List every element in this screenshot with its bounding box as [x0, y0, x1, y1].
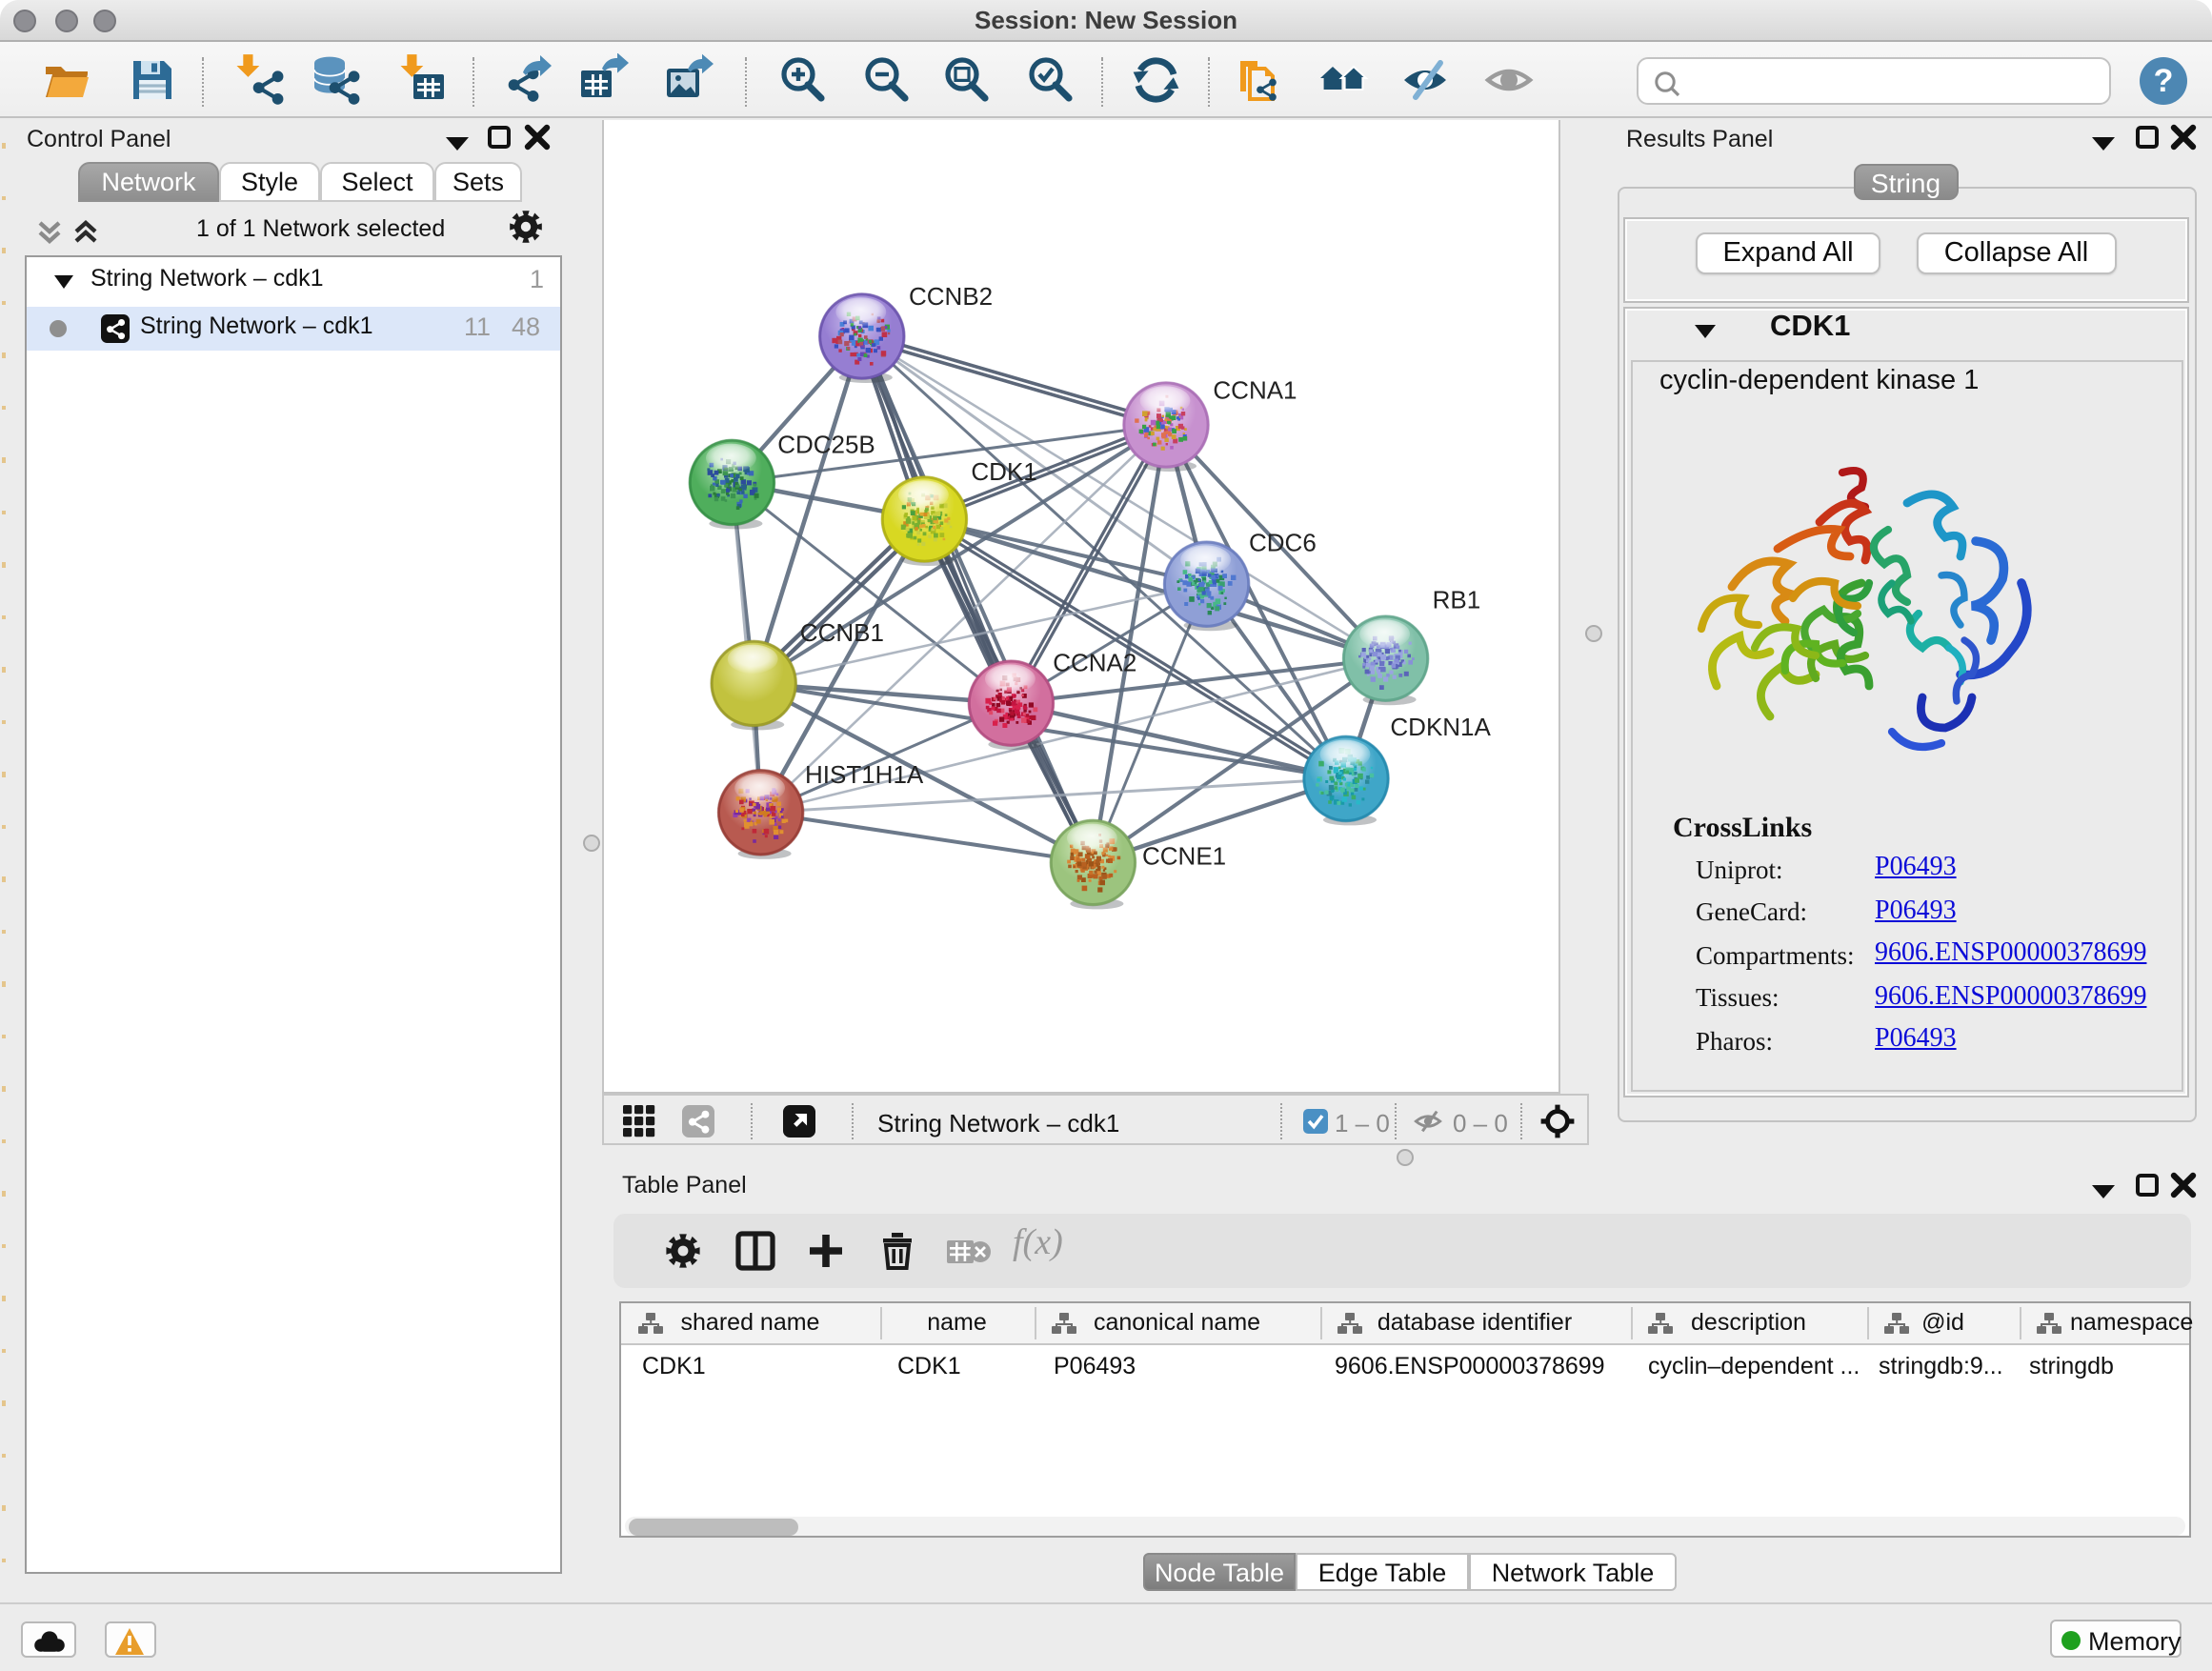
- svg-text:HIST1H1A: HIST1H1A: [804, 760, 923, 789]
- svg-text:CDC6: CDC6: [1248, 529, 1316, 557]
- svg-text:CCNA1: CCNA1: [1212, 376, 1296, 405]
- svg-text:RB1: RB1: [1432, 585, 1480, 614]
- svg-text:CDK1: CDK1: [970, 457, 1036, 486]
- svg-text:CCNE1: CCNE1: [1141, 842, 1225, 871]
- svg-text:CDKN1A: CDKN1A: [1389, 713, 1490, 741]
- svg-text:CCNB2: CCNB2: [908, 282, 992, 311]
- svg-text:CCNA2: CCNA2: [1052, 649, 1136, 677]
- svg-text:CCNB1: CCNB1: [799, 618, 883, 647]
- svg-text:CDC25B: CDC25B: [776, 430, 875, 458]
